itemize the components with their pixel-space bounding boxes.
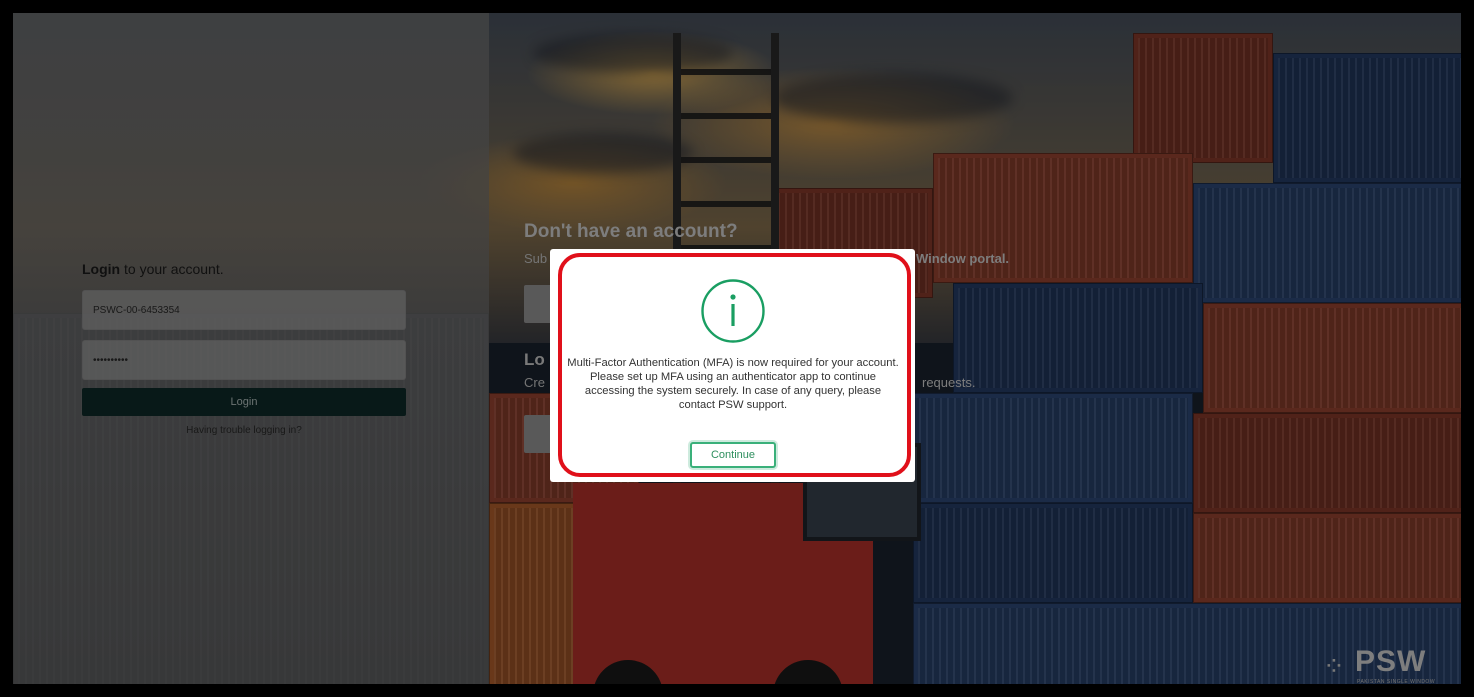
screen-frame: Login to your account. PSWC-00-6453354 •… bbox=[0, 0, 1474, 697]
highlight-annotation bbox=[558, 253, 911, 477]
